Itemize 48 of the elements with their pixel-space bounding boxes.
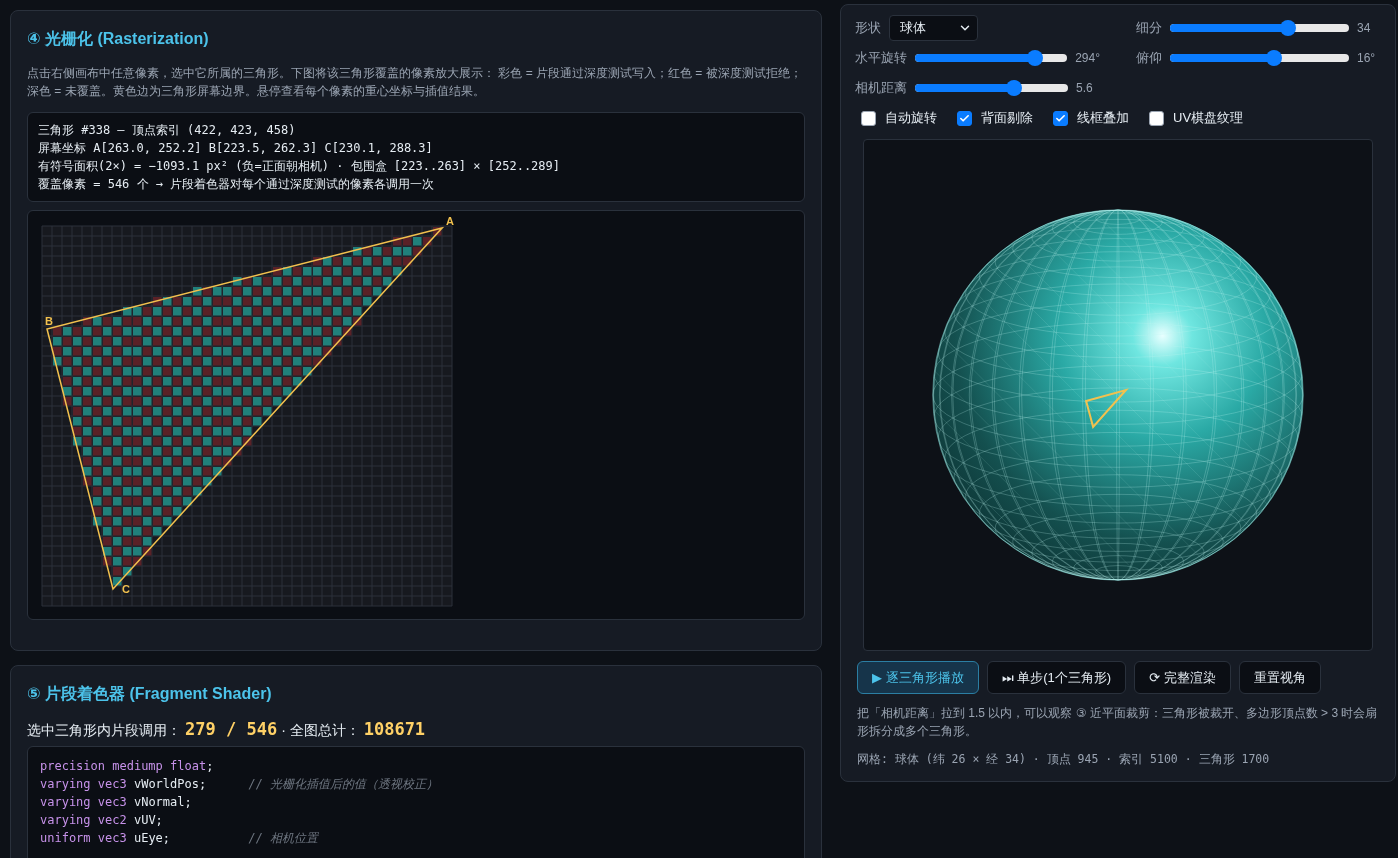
vertex-label: C [122, 583, 130, 595]
checkbox[interactable] [861, 110, 876, 126]
checkbox[interactable] [1053, 110, 1068, 126]
checkbox-label: 线框叠加 [1077, 109, 1129, 127]
vertex-label: B [45, 315, 53, 327]
checkbox[interactable] [957, 110, 972, 126]
info-line: 屏幕坐标 A[263.0, 252.2] B[223.5, 262.3] C[230.1, 288.3] [38, 140, 434, 157]
shape-select[interactable]: 球体 [889, 15, 978, 41]
code-line: varying vec3 vWorldPos; // 光栅化插值后的值（透视校正） [40, 776, 440, 793]
section-title: ⑤ 片段着色器 (Fragment Shader) [27, 684, 272, 704]
checkbox[interactable] [1149, 110, 1164, 126]
code-line: uniform vec3 uEye; // 相机位置 [40, 830, 320, 847]
render-viewport[interactable] [863, 139, 1373, 651]
action-button[interactable]: ⟳ 完整渲染 [1134, 661, 1231, 694]
selected-triangle [1084, 388, 1129, 429]
action-button[interactable]: ▶ 逐三角形播放 [857, 661, 979, 694]
vertex-label: A [446, 215, 454, 227]
control-label: 形状 [855, 19, 881, 37]
slider-reading: 34 [1357, 21, 1372, 35]
info-line: 三角形 #338 — 顶点索引 (422, 423, 458) [38, 122, 297, 139]
control-label: 水平旋转 [855, 49, 907, 67]
check-icon [959, 112, 970, 124]
section-title: ④ 光栅化 (Rasterization) [27, 29, 209, 49]
hint-text: 把「相机距离」拉到 1.5 以内，可以观察 ③ 近平面裁剪：三角形被裁开、多边形顶点数 > 3 时会扇形拆分成多个三角形。 [857, 705, 1379, 740]
sphere-drawing[interactable] [932, 209, 1304, 581]
code-line: precision mediump float; [40, 758, 215, 775]
info-line: 有符号面积(2×) = −1093.1 px² (负=正面朝相机) · 包围盒 [223..263] × [252..289] [38, 158, 561, 175]
slider-reading: 294° [1075, 51, 1100, 65]
control-label: 相机距离 [855, 79, 907, 97]
stat-value: 108671 [363, 719, 426, 739]
checkbox-label: 自动旋转 [885, 109, 937, 127]
check-icon [1055, 112, 1066, 124]
control-label: 细分 [1136, 19, 1162, 37]
code-line: varying vec2 vUV; [40, 812, 164, 829]
control-label: 俯仰 [1136, 49, 1162, 67]
code-line: varying vec3 vNormal; [40, 794, 193, 811]
stat-label: 选中三角形内片段调用： [27, 722, 181, 740]
action-button[interactable]: ⏭ 单步(1个三角形) [986, 661, 1127, 694]
stat-value: 279 / 546 [185, 719, 278, 739]
checkbox-label: UV棋盘纹理 [1173, 109, 1244, 127]
action-button[interactable]: 重置视角 [1238, 661, 1321, 694]
slider-reading: 16° [1357, 51, 1377, 65]
description-text: 点击右侧画布中任意像素，选中它所属的三角形。下图将该三角形覆盖的像素放大展示： 彩色 = 片段通过深度测试写入；红色 = 被深度测试拒绝；深色 = 未覆盖。黄色边为三角形屏幕边界。悬停查看每个像素的重心坐标与插值结果。 [27, 65, 803, 100]
stat-label: · 全图总计： [281, 722, 360, 740]
checkbox-label: 背面剔除 [981, 109, 1033, 127]
mesh-info: 网格: 球体 (纬 26 × 经 34) · 顶点 945 · 索引 5100 · 三角形 1700 [857, 752, 1271, 767]
info-line: 覆盖像素 = 546 个 → 片段着色器对每个通过深度测试的像素各调用一次 [38, 176, 436, 193]
slider-reading: 5.6 [1076, 81, 1094, 95]
